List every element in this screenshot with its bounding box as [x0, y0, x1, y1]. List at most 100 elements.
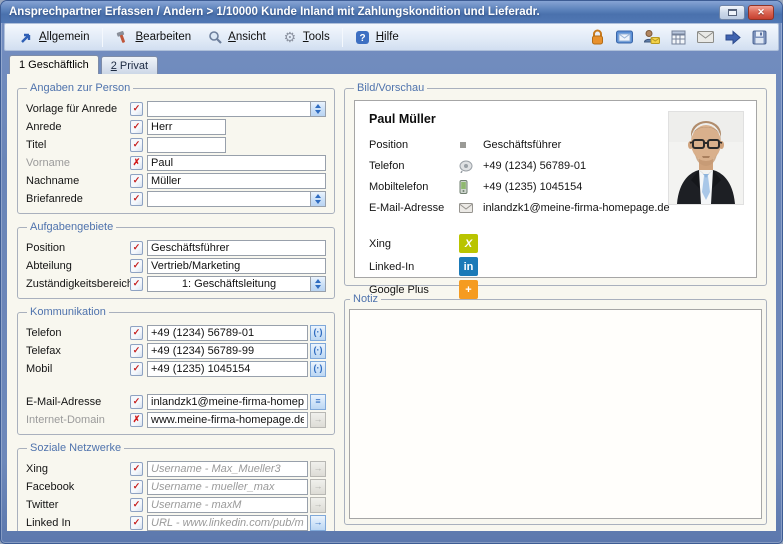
menu-allgemein[interactable]: Allgemein — [10, 26, 98, 48]
field-row-email: E-Mail-Adresse ✓ ≡ — [26, 393, 326, 410]
message-card-icon[interactable] — [616, 29, 633, 46]
title-bar[interactable]: Ansprechpartner Erfassen / Ändern > 1/10… — [1, 1, 782, 23]
field-label: Internet-Domain — [26, 414, 130, 426]
telefax-input[interactable] — [147, 343, 308, 359]
internet-domain-input[interactable] — [147, 412, 308, 428]
field-check-icon[interactable]: ✓ — [130, 480, 143, 494]
preview-label: Mobiltelefon — [369, 181, 459, 193]
envelope-icon[interactable] — [697, 29, 714, 46]
field-label: Mobil — [26, 363, 130, 375]
preview-value: +49 (1235) 1045154 — [483, 181, 582, 193]
field-check-icon[interactable]: ✓ — [130, 277, 143, 291]
field-row-mobil: Mobil ✓ (·) — [26, 360, 326, 377]
table-icon[interactable] — [670, 29, 687, 46]
field-check-icon[interactable]: ✓ — [130, 516, 143, 530]
anrede-input[interactable] — [147, 119, 226, 135]
field-check-icon[interactable]: ✓ — [130, 259, 143, 273]
user-mail-icon[interactable] — [643, 29, 660, 46]
nachname-input[interactable] — [147, 173, 326, 189]
telefon-input[interactable] — [147, 325, 308, 341]
section-kommunikation: Kommunikation Telefon ✓ (·) Telefax ✓ (·… — [17, 306, 335, 435]
menu-separator — [102, 28, 103, 47]
menu-tools[interactable]: ⚙ Tools — [274, 26, 338, 48]
field-check-icon[interactable]: ✓ — [130, 120, 143, 134]
forward-arrow-icon[interactable] — [724, 29, 741, 46]
menu-ansicht[interactable]: Ansicht — [199, 26, 274, 48]
briefanrede-select[interactable] — [147, 191, 326, 207]
spinner-icon[interactable] — [310, 277, 325, 291]
close-icon: ✕ — [757, 8, 765, 17]
menu-label: Bearbeiten — [136, 31, 192, 43]
open-link-button[interactable]: → — [310, 515, 326, 531]
section-angaben-zur-person: Angaben zur Person Vorlage für Anrede ✓ … — [17, 82, 335, 214]
field-row-vorname: Vorname ✗ — [26, 154, 326, 171]
field-check-icon[interactable]: ✓ — [130, 241, 143, 255]
spinner-icon[interactable] — [310, 192, 325, 206]
vorname-input[interactable] — [147, 155, 326, 171]
dial-button[interactable]: (·) — [310, 361, 326, 377]
abteilung-input[interactable] — [147, 258, 326, 274]
linkedin-icon[interactable]: in — [459, 257, 478, 276]
form-column: Angaben zur Person Vorlage für Anrede ✓ … — [17, 82, 335, 525]
twitter-input[interactable] — [147, 497, 308, 513]
field-check-icon[interactable]: ✓ — [130, 174, 143, 188]
field-row-vorlage-anrede: Vorlage für Anrede ✓ — [26, 100, 326, 117]
field-check-icon[interactable]: ✓ — [130, 102, 143, 116]
section-bild-vorschau: Bild/Vorschau Paul Müller Position Gesch… — [344, 82, 767, 286]
spinner-icon[interactable] — [310, 102, 325, 116]
linkedin-input[interactable] — [147, 515, 308, 531]
email-menu-button[interactable]: ≡ — [310, 394, 326, 410]
titel-input[interactable] — [147, 137, 226, 153]
email-input[interactable] — [147, 394, 308, 410]
dialog-content: Angaben zur Person Vorlage für Anrede ✓ … — [7, 74, 776, 531]
googleplus-icon[interactable]: + — [459, 280, 478, 299]
help-icon: ? — [355, 29, 371, 45]
tab-geschaeftlich[interactable]: 1 Geschäftlich — [9, 55, 99, 74]
tab-strip: 1 Geschäftlich 2 Privat — [1, 51, 782, 74]
menu-hilfe[interactable]: ? Hilfe — [347, 26, 407, 48]
field-row-telefon: Telefon ✓ (·) — [26, 324, 326, 341]
tab-privat[interactable]: 2 Privat — [101, 56, 158, 74]
field-label: Twitter — [26, 499, 130, 511]
menu-bearbeiten[interactable]: Bearbeiten — [107, 26, 200, 48]
field-row-anrede: Anrede ✓ — [26, 118, 326, 135]
field-check-icon[interactable]: ✓ — [130, 462, 143, 476]
lock-icon[interactable] — [589, 29, 606, 46]
close-button[interactable]: ✕ — [748, 5, 774, 20]
zustaendigkeitsbereich-select[interactable]: 1: Geschäftsleitung — [147, 276, 326, 292]
facebook-input[interactable] — [147, 479, 308, 495]
toolbar-right — [589, 29, 773, 46]
mobil-input[interactable] — [147, 361, 308, 377]
menu-separator — [342, 28, 343, 47]
field-row-zustaendigkeitsbereich: Zuständigkeitsbereich ✓ 1: Geschäftsleit… — [26, 275, 326, 292]
field-check-icon[interactable]: ✓ — [130, 395, 143, 409]
field-check-icon[interactable]: ✓ — [130, 138, 143, 152]
dial-button[interactable]: (·) — [310, 343, 326, 359]
xing-input[interactable] — [147, 461, 308, 477]
preview-value: Geschäftsführer — [483, 139, 561, 151]
dial-button[interactable]: (·) — [310, 325, 326, 341]
vorlage-anrede-select[interactable] — [147, 101, 326, 117]
svg-text:?: ? — [360, 33, 366, 44]
field-check-icon[interactable]: ✓ — [130, 326, 143, 340]
field-check-icon[interactable]: ✓ — [130, 192, 143, 206]
field-check-icon[interactable]: ✓ — [130, 344, 143, 358]
field-cross-icon[interactable]: ✗ — [130, 413, 143, 427]
field-check-icon[interactable]: ✓ — [130, 362, 143, 376]
menu-label: Ansicht — [228, 31, 266, 43]
maximize-button[interactable] — [719, 5, 745, 20]
section-aufgabengebiete: Aufgabengebiete Position ✓ Abteilung ✓ Z… — [17, 221, 335, 299]
xing-icon[interactable]: X — [459, 234, 478, 253]
position-input[interactable] — [147, 240, 326, 256]
field-label: Vorname — [26, 157, 130, 169]
notiz-textarea[interactable] — [349, 309, 762, 519]
save-icon[interactable] — [751, 29, 768, 46]
preview-label: Google Plus — [369, 284, 459, 296]
preview-row-linkedin: Linked-In in — [369, 256, 742, 277]
field-row-position: Position ✓ — [26, 239, 326, 256]
field-cross-icon[interactable]: ✗ — [130, 156, 143, 170]
window-title: Ansprechpartner Erfassen / Ändern > 1/10… — [9, 6, 719, 18]
field-check-icon[interactable]: ✓ — [130, 498, 143, 512]
field-row-telefax: Telefax ✓ (·) — [26, 342, 326, 359]
field-label: Anrede — [26, 121, 130, 133]
